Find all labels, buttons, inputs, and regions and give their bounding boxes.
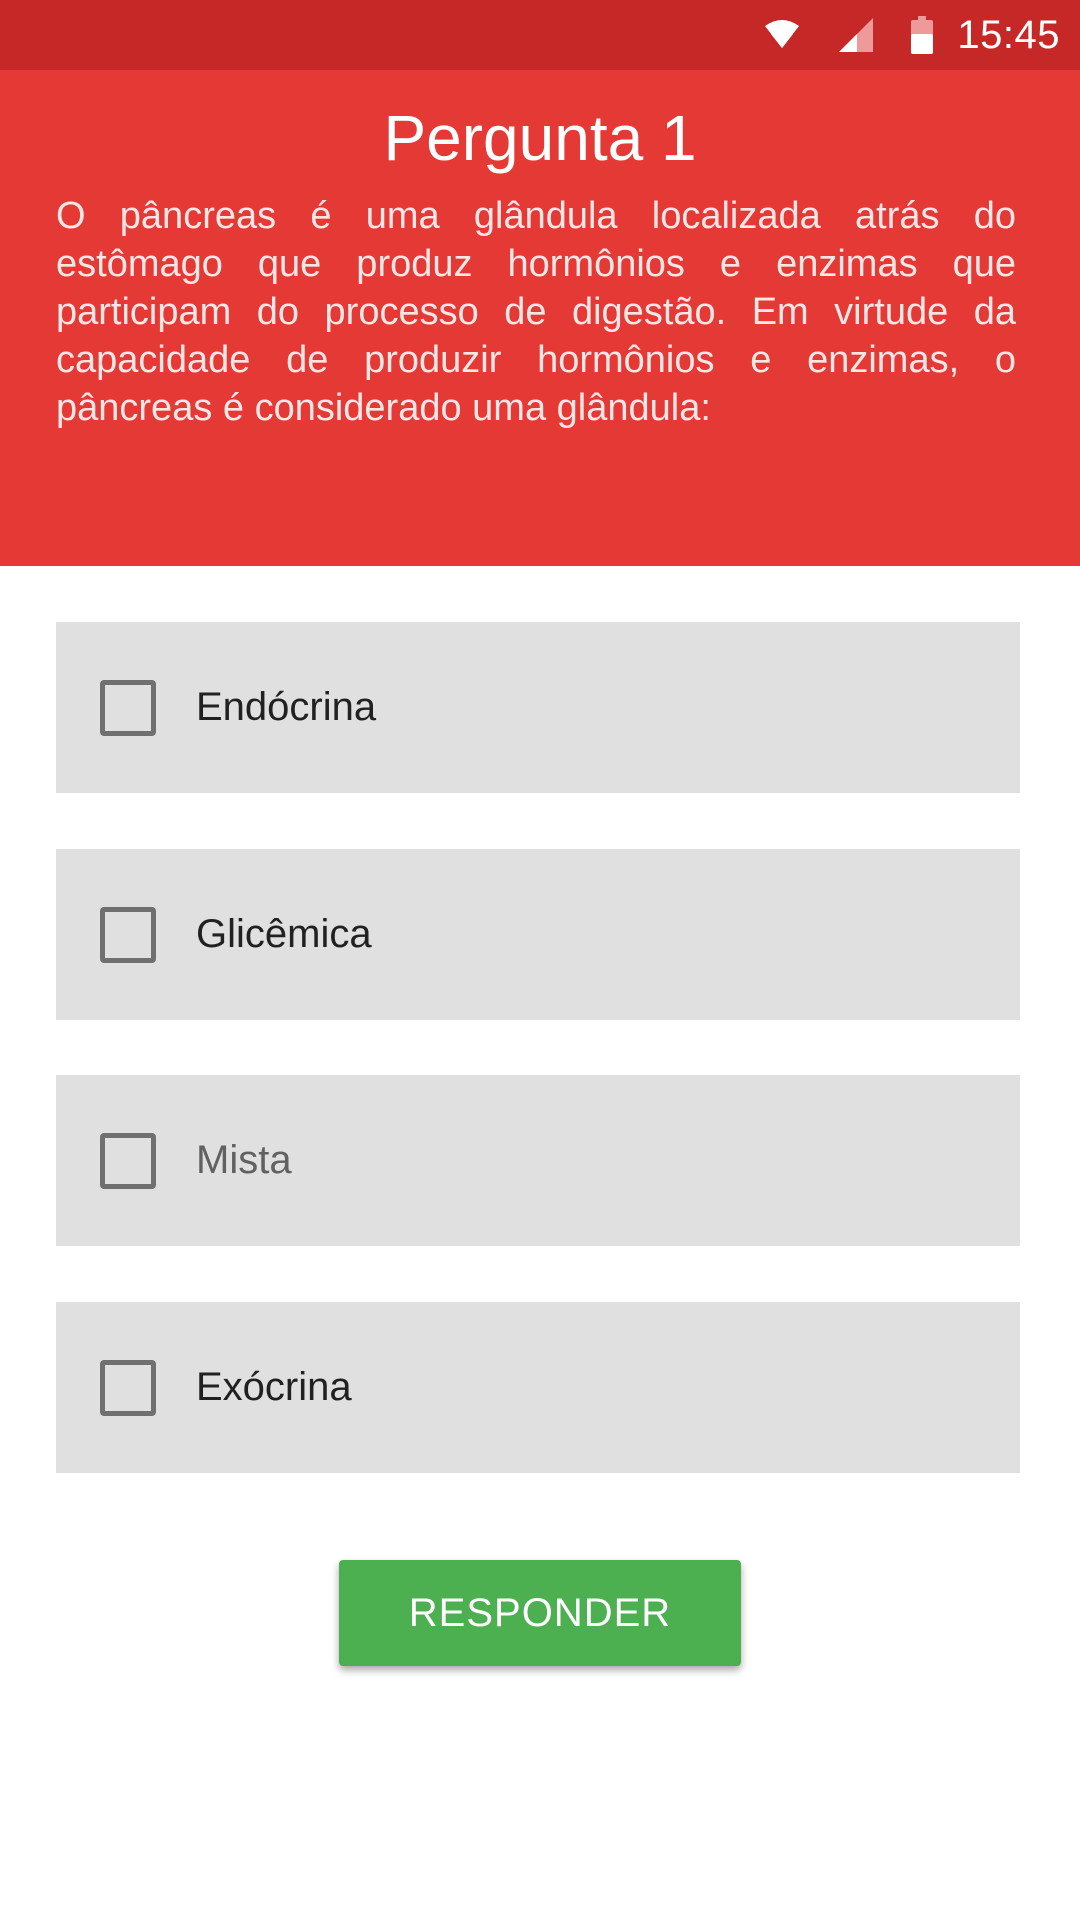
page-title: Pergunta 1 bbox=[383, 102, 697, 174]
question-text: O pâncreas é uma glândula localizada atr… bbox=[56, 195, 1016, 429]
option-endocrina[interactable]: Endócrina bbox=[56, 622, 1020, 793]
battery-icon bbox=[911, 16, 934, 54]
option-label: Endócrina bbox=[196, 685, 377, 729]
checkbox[interactable] bbox=[100, 1359, 156, 1416]
cell-signal-icon bbox=[839, 18, 874, 52]
responder-button[interactable]: RESPONDER bbox=[339, 1560, 741, 1666]
option-label: Mista bbox=[196, 1138, 292, 1182]
option-label: Glicêmica bbox=[196, 912, 372, 956]
answer-options: Endócrina Glicêmica Mista Exócrina bbox=[56, 622, 1020, 1529]
status-bar: 15:45 bbox=[0, 0, 1080, 70]
checkbox[interactable] bbox=[100, 906, 156, 963]
checkbox[interactable] bbox=[100, 679, 156, 736]
question-header: Pergunta 1 O pâncreas é uma glândula loc… bbox=[0, 70, 1080, 566]
checkbox[interactable] bbox=[100, 1132, 156, 1189]
option-exocrina[interactable]: Exócrina bbox=[56, 1302, 1020, 1473]
option-label: Exócrina bbox=[196, 1365, 352, 1409]
wifi-icon bbox=[765, 20, 800, 50]
option-glicemica[interactable]: Glicêmica bbox=[56, 849, 1020, 1020]
status-time: 15:45 bbox=[957, 12, 1060, 57]
status-icons: 15:45 bbox=[765, 0, 1060, 70]
option-mista[interactable]: Mista bbox=[56, 1075, 1020, 1246]
